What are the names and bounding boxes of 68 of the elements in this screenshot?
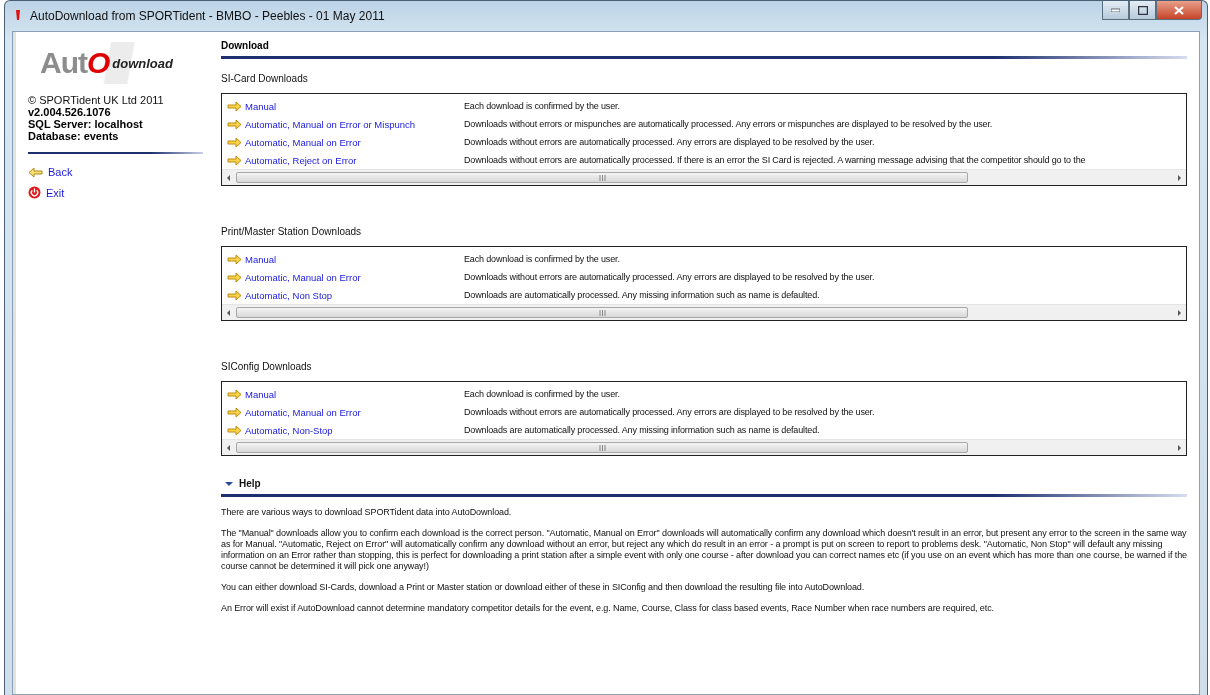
option-link[interactable]: Automatic, Non-Stop <box>222 424 464 436</box>
option-link[interactable]: Automatic, Reject on Error <box>222 154 464 166</box>
arrow-icon <box>227 388 242 400</box>
arrow-icon <box>227 289 242 301</box>
arrow-icon <box>227 406 242 418</box>
maximize-button[interactable] <box>1129 1 1156 20</box>
scrollbar-thumb[interactable] <box>236 307 969 318</box>
minimize-button[interactable] <box>1102 1 1129 20</box>
grip-icon <box>598 309 606 316</box>
arrow-icon <box>227 100 242 112</box>
help-paragraph: The "Manual" downloads allow you to confirm each download is the correct person. "Automatic, Manual on Error" downloads will automatically confirm any download which doesn't result in an error, but present any error to the screen in the same way as for Manual. "Automatic, Reject on Error" will automatically confirm any download without an error, but reject any which do result in an error - a prompt is put on screen to report to problems desk. "Automatic, Non Stop" will default any missing information on an Error rather than stopping, this is perfect for downloading a print station after a simple event with only one course - after download you can correct names etc (if you use on an event which has more than one course, be warned if the course cannot be determined it will pick one anyway!) <box>221 528 1187 572</box>
logo-text: Aut <box>40 46 87 80</box>
arrow-icon <box>227 118 242 130</box>
option-description: Downloads without errors are automatically processed. Any errors are displayed to be resolved by the user. <box>464 137 875 147</box>
option-link[interactable]: Automatic, Non Stop <box>222 289 464 301</box>
arrow-icon <box>227 136 242 148</box>
info-text: v2.004.526.1076 <box>28 106 112 118</box>
help-heading: Help <box>239 478 261 489</box>
section-title: SI-Card Downloads <box>221 73 309 84</box>
option-link[interactable]: Automatic, Manual on Error <box>222 406 464 418</box>
horizontal-scrollbar[interactable] <box>222 439 1186 455</box>
arrow-icon <box>227 253 242 265</box>
option-link[interactable]: Manual <box>222 253 464 265</box>
option-link[interactable]: Manual <box>222 388 464 400</box>
option-description: Downloads without errors are automatically processed. Any errors are displayed to be resolved by the user. <box>464 272 875 282</box>
help-paragraph: An Error will exist if AutoDownload cannot determine mandatory competitor details for the event, e.g. Name, Course, Class for class based events, Race Number when race numbers are required, etc. <box>221 603 995 614</box>
option-description: Downloads without errors or mispunches are automatically processed. Any errors or mispunches are displayed to be resolved by the user. <box>464 119 993 129</box>
maximize-icon <box>1137 5 1148 15</box>
grip-icon <box>598 174 606 181</box>
section-title: SIConfig Downloads <box>221 361 313 372</box>
close-icon <box>1174 5 1184 15</box>
logo-text: download <box>112 55 173 71</box>
power-icon <box>28 186 41 199</box>
minimize-icon <box>1111 8 1120 12</box>
back-arrow-icon <box>28 166 43 178</box>
nav-link[interactable]: Back <box>28 166 73 178</box>
info-text: Database: events <box>28 130 120 142</box>
option-description: Each download is confirmed by the user. <box>464 389 620 399</box>
option-link[interactable]: Automatic, Manual on Error or Mispunch <box>222 118 464 130</box>
scrollbar-thumb[interactable] <box>236 442 969 453</box>
option-description: Downloads are automatically processed. Any missing information such as name is defaulted. <box>464 290 820 300</box>
arrow-icon <box>227 424 242 436</box>
app-icon <box>14 9 22 23</box>
copyright-text: © SPORTident UK Ltd 2011 <box>28 94 165 106</box>
option-description: Each download is confirmed by the user. <box>464 101 620 111</box>
logo-mark: O <box>87 46 111 80</box>
scrollbar-thumb[interactable] <box>236 172 969 183</box>
option-description: Downloads without errors are automatically processed. Any errors are displayed to be resolved by the user. <box>464 407 875 417</box>
arrow-icon <box>227 271 242 283</box>
help-paragraph: You can either download SI-Cards, download a Print or Master station or download either of these in SIConfig and then download the resulting file into AutoDownload. <box>221 582 866 593</box>
horizontal-scrollbar[interactable] <box>222 169 1186 185</box>
option-description: Downloads without errors are automatically processed. If there is an error the SI Card is rejected. A warning message advising that the competitor should go to the <box>464 155 1086 165</box>
nav-link[interactable]: Exit <box>28 186 65 199</box>
collapse-icon[interactable] <box>225 480 233 487</box>
option-description: Downloads are automatically processed. Any missing information such as name is defaulted. <box>464 425 820 435</box>
grip-icon <box>598 444 606 451</box>
horizontal-scrollbar[interactable] <box>222 304 1186 320</box>
page-heading: Download <box>221 40 270 51</box>
section-title: Print/Master Station Downloads <box>221 226 363 237</box>
window-title: AutoDownload from SPORTident - BMBO - Peebles - 01 May 2011 <box>30 9 386 23</box>
option-link[interactable]: Manual <box>222 100 464 112</box>
option-link[interactable]: Automatic, Manual on Error <box>222 136 464 148</box>
arrow-icon <box>227 154 242 166</box>
option-link[interactable]: Automatic, Manual on Error <box>222 271 464 283</box>
help-paragraph: There are various ways to download SPORTident data into AutoDownload. <box>221 507 513 518</box>
option-description: Each download is confirmed by the user. <box>464 254 620 264</box>
info-text: SQL Server: localhost <box>28 118 144 130</box>
close-button[interactable] <box>1156 1 1202 20</box>
